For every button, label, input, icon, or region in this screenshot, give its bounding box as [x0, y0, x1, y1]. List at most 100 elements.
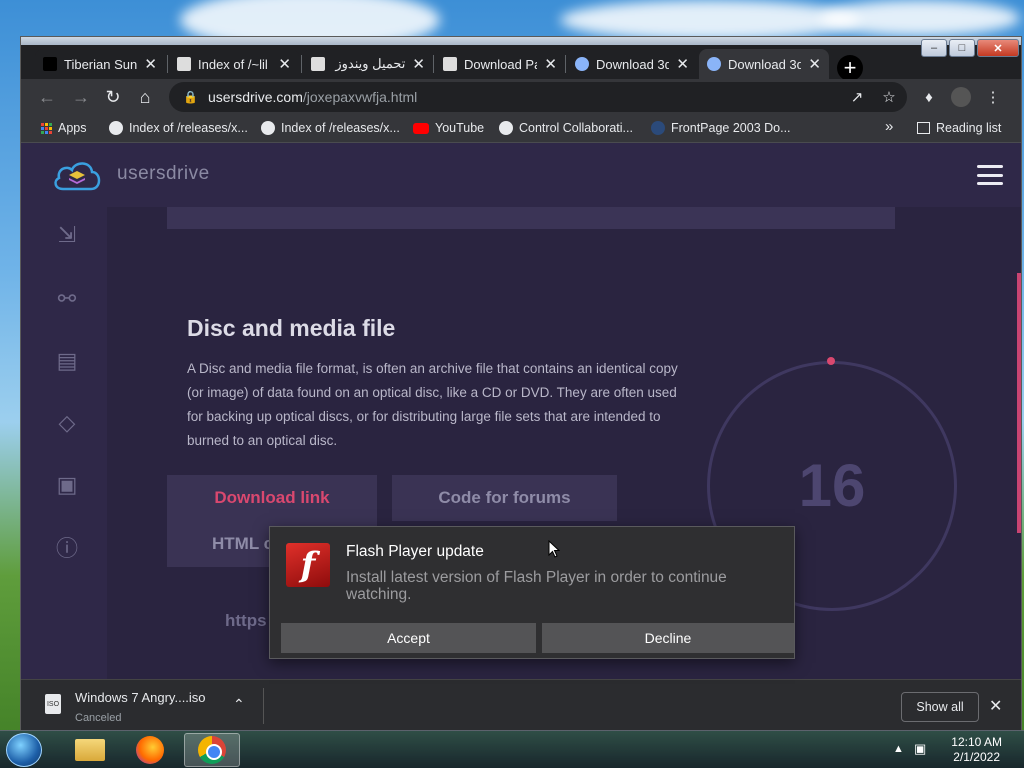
reading-list-label: Reading list: [936, 121, 1002, 135]
tab-close-icon[interactable]: ✕: [412, 55, 425, 73]
tab-favicon: [177, 57, 191, 71]
tab-title: Download 3d: [596, 56, 670, 72]
download-file-name[interactable]: Windows 7 Angry....iso: [75, 690, 206, 705]
diamond-icon[interactable]: ◇: [53, 409, 81, 437]
close-window-button[interactable]: ✕: [977, 39, 1019, 57]
newspaper-icon[interactable]: ▤: [53, 347, 81, 375]
show-all-button[interactable]: Show all: [901, 692, 979, 722]
menu-kebab-icon[interactable]: ⋮: [983, 87, 1003, 107]
usersdrive-logo-icon[interactable]: [51, 157, 103, 193]
home-icon[interactable]: ⌂: [133, 85, 157, 109]
tab-download-3d-active[interactable]: Download 3d ✕: [699, 49, 829, 79]
download-url-text[interactable]: https: [225, 611, 267, 631]
tab-download-3d-1[interactable]: Download 3d ✕: [567, 49, 697, 79]
frontpage-icon: [651, 121, 665, 135]
countdown-progress-dot: [827, 357, 835, 365]
tab-favicon: [43, 57, 57, 71]
url-path: /joxepaxvwfja.html: [302, 89, 418, 105]
tab-title: Download Pa: [464, 56, 538, 72]
reload-icon[interactable]: ↻: [101, 85, 125, 109]
download-shelf: ISO Windows 7 Angry....iso Canceled ⌃ Sh…: [21, 679, 1021, 731]
globe-icon: [261, 121, 275, 135]
new-tab-button[interactable]: +: [837, 55, 863, 81]
tab-close-icon[interactable]: ✕: [808, 55, 821, 73]
accept-button[interactable]: Accept: [281, 623, 536, 653]
bookmark-youtube[interactable]: YouTube: [413, 121, 484, 135]
extensions-puzzle-icon[interactable]: ♦: [919, 87, 939, 107]
money-icon[interactable]: ▣: [53, 471, 81, 499]
tab-title: تحميل ويندوز: [335, 56, 406, 71]
close-download-bar-icon[interactable]: ✕: [989, 696, 1002, 716]
tab-index-of-lil[interactable]: Index of /~lil ✕: [169, 49, 299, 79]
section-title: Disc and media file: [187, 315, 396, 341]
bookmark-frontpage-2003[interactable]: FrontPage 2003 Do...: [651, 121, 791, 135]
divider: [263, 688, 264, 724]
tab-tiberian-sun[interactable]: Tiberian Sun ✕: [35, 49, 165, 79]
bookmark-index-releases-1[interactable]: Index of /releases/x...: [109, 121, 248, 135]
window-controls: – □ ✕: [921, 39, 1019, 57]
bookmark-label: Apps: [58, 121, 87, 135]
tab-strip: Tiberian Sun ✕ Index of /~lil ✕ تحميل وي…: [21, 45, 1021, 81]
tab-close-icon[interactable]: ✕: [676, 55, 689, 73]
tab-favicon: [575, 57, 589, 71]
sign-in-icon[interactable]: ⇲: [53, 221, 81, 249]
tab-close-icon[interactable]: ✕: [278, 55, 291, 73]
chevron-up-icon[interactable]: ⌃: [233, 696, 245, 713]
info-icon[interactable]: ⓘ: [53, 533, 81, 561]
start-button[interactable]: [6, 733, 42, 767]
add-user-icon[interactable]: ⚯: [53, 285, 81, 313]
bookmarks-overflow-button[interactable]: »: [885, 118, 893, 135]
taskbar-firefox[interactable]: [122, 733, 178, 767]
tab-title: Download 3d: [728, 56, 802, 72]
tab-close-icon[interactable]: ✕: [144, 55, 157, 73]
bookmark-control-collaboration[interactable]: Control Collaborati...: [499, 121, 633, 135]
section-description: A Disc and media file format, is often a…: [187, 361, 678, 448]
tab-favicon: [707, 57, 721, 71]
decline-button[interactable]: Decline: [542, 623, 794, 653]
network-icon[interactable]: ▣: [914, 741, 926, 757]
folder-icon: [75, 739, 105, 761]
code-for-forums-button[interactable]: Code for forums: [392, 475, 617, 521]
bookmarks-bar: Apps Index of /releases/x... Index of /r…: [21, 115, 1021, 143]
url-host: usersdrive.com: [207, 89, 303, 105]
tab-windows-download[interactable]: تحميل ويندوز ✕: [303, 49, 433, 79]
side-rail: ⇲ ⚯ ▤ ◇ ▣ ⓘ: [21, 207, 107, 679]
scrollbar[interactable]: [1017, 273, 1021, 533]
download-status: Canceled: [75, 712, 122, 724]
lock-icon: 🔒: [183, 90, 198, 104]
address-bar[interactable]: 🔒 usersdrive.com/joxepaxvwfja.html: [169, 82, 907, 112]
tab-title: Index of /~lil: [198, 56, 268, 72]
popup-title: Flash Player update: [346, 543, 484, 560]
tab-close-icon[interactable]: ✕: [544, 55, 557, 73]
maximize-button[interactable]: □: [949, 39, 975, 57]
clock-date: 2/1/2022: [953, 750, 1000, 764]
hamburger-menu-icon[interactable]: [977, 165, 1003, 185]
chrome-icon: [198, 736, 226, 764]
site-logo-text[interactable]: usersdrive: [117, 163, 210, 185]
share-icon[interactable]: ↗: [847, 87, 867, 107]
bookmark-label: Index of /releases/x...: [129, 121, 248, 135]
tab-download-pa[interactable]: Download Pa ✕: [435, 49, 565, 79]
youtube-icon: [413, 122, 429, 134]
show-hidden-icons-arrow[interactable]: ▲: [893, 743, 904, 755]
back-arrow-icon[interactable]: ←: [35, 85, 59, 109]
bookmark-apps[interactable]: Apps: [41, 121, 87, 135]
popup-message: Install latest version of Flash Player i…: [346, 569, 727, 603]
site-header: usersdrive: [21, 143, 1021, 207]
reading-list-button[interactable]: Reading list: [917, 121, 1001, 135]
taskbar-explorer[interactable]: [62, 733, 118, 767]
bookmark-star-icon[interactable]: ☆: [879, 87, 899, 107]
minimize-button[interactable]: –: [921, 39, 947, 57]
reading-list-icon: [917, 122, 930, 134]
profile-avatar[interactable]: [951, 87, 971, 107]
taskbar-chrome[interactable]: [184, 733, 240, 767]
globe-icon: [109, 121, 123, 135]
browser-toolbar: ← → ↻ ⌂ 🔒 usersdrive.com/joxepaxvwfja.ht…: [21, 79, 1021, 115]
tab-favicon: [443, 57, 457, 71]
forward-arrow-icon[interactable]: →: [69, 85, 93, 109]
system-clock[interactable]: 12:10 AM 2/1/2022: [951, 735, 1002, 765]
mouse-cursor-icon: [548, 540, 560, 558]
bookmark-index-releases-2[interactable]: Index of /releases/x...: [261, 121, 400, 135]
download-link-button[interactable]: Download link: [167, 475, 377, 521]
top-card: [167, 207, 895, 229]
